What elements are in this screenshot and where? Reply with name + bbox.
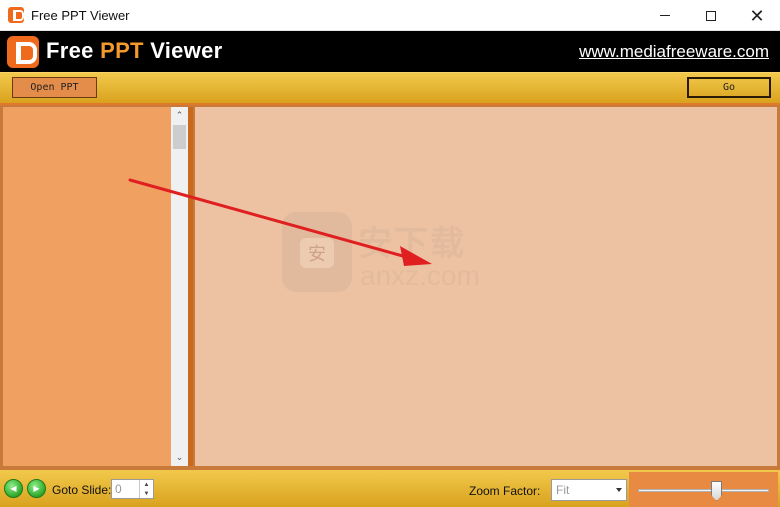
minimize-icon	[660, 15, 670, 16]
chevron-down-icon	[616, 488, 622, 492]
arrow-left-icon: ◀	[10, 484, 17, 493]
window-title: Free PPT Viewer	[31, 8, 130, 23]
thumbnail-scrollbar[interactable]: ⌃ ⌄	[171, 107, 188, 466]
watermark: 安 安下载 anxz.com	[282, 212, 498, 296]
prev-slide-button[interactable]: ◀	[4, 479, 23, 498]
zoom-factor-value: Fit	[556, 483, 570, 497]
maximize-button[interactable]	[688, 0, 734, 31]
scroll-down-icon[interactable]: ⌄	[171, 449, 188, 466]
goto-slide-input[interactable]: 0 ▲ ▼	[111, 479, 154, 499]
zoom-slider-thumb[interactable]	[711, 481, 723, 501]
next-slide-button[interactable]: ▶	[27, 479, 46, 498]
close-icon: ✕	[749, 5, 765, 26]
shield-icon: 安	[282, 212, 352, 292]
scrollbar-thumb[interactable]	[173, 125, 186, 149]
close-button[interactable]: ✕	[734, 0, 780, 31]
logo-word-ppt: PPT	[100, 38, 144, 63]
website-link[interactable]: www.mediafreeware.com	[579, 42, 769, 62]
logo-word-free: Free	[46, 38, 101, 63]
status-bar: ◀ ▶ Goto Slide: 0 ▲ ▼ Zoom Factor: Fit	[0, 468, 780, 507]
goto-slide-stepper[interactable]: ▲ ▼	[139, 480, 153, 498]
logo-word-viewer: Viewer	[143, 38, 223, 63]
goto-slide-label: Goto Slide:	[52, 483, 112, 497]
scroll-up-icon[interactable]: ⌃	[171, 107, 188, 124]
slide-thumbnail-panel[interactable]	[3, 107, 171, 466]
zoom-slider-track[interactable]	[638, 489, 769, 492]
goto-slide-value: 0	[115, 482, 122, 496]
stepper-up-icon[interactable]: ▲	[140, 480, 153, 489]
zoom-factor-label: Zoom Factor:	[469, 484, 541, 498]
app-banner: Free PPT Viewer www.mediafreeware.com	[0, 31, 780, 72]
app-logo-text: Free PPT Viewer	[46, 38, 223, 64]
stepper-down-icon[interactable]: ▼	[140, 489, 153, 498]
toolbar: Open PPT Go	[0, 72, 780, 105]
go-button[interactable]: Go	[687, 77, 771, 98]
title-bar: Free PPT Viewer ✕	[0, 0, 780, 31]
watermark-chinese: 安下载	[358, 225, 466, 263]
panel-splitter[interactable]	[188, 107, 193, 466]
arrow-right-icon: ▶	[33, 484, 40, 493]
open-ppt-button[interactable]: Open PPT	[12, 77, 97, 98]
zoom-slider-panel	[629, 472, 778, 507]
watermark-latin: anxz.com	[360, 260, 480, 291]
ppt-logo-icon	[7, 36, 39, 68]
ppt-logo-icon	[8, 7, 24, 23]
minimize-button[interactable]	[642, 0, 688, 31]
maximize-icon	[706, 10, 716, 21]
zoom-factor-select[interactable]: Fit	[551, 479, 627, 501]
shield-glyph: 安	[300, 238, 334, 268]
